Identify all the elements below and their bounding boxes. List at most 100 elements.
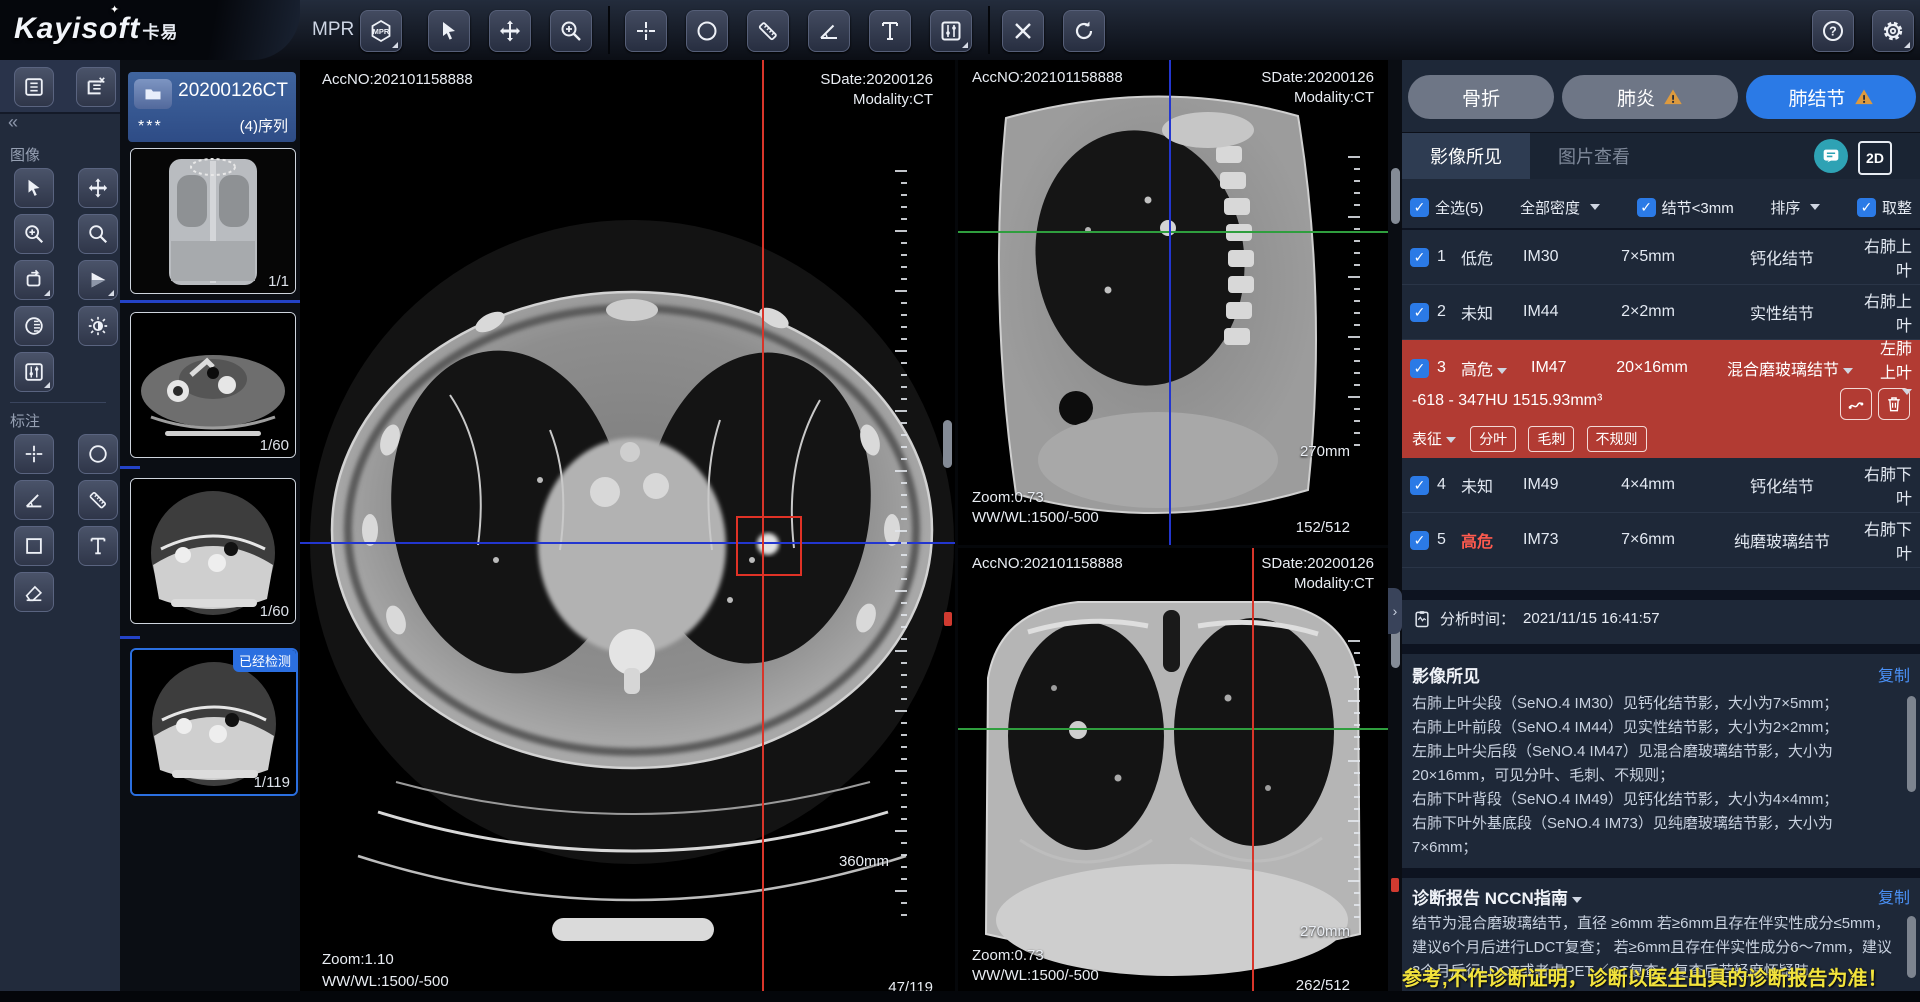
sagittal-modality: Modality:CT bbox=[1294, 88, 1374, 108]
point-mark-button[interactable] bbox=[14, 434, 54, 474]
nodule-row-4[interactable]: ✓ 4 未知 IM49 4×4mm 钙化结节 右肺下叶 bbox=[1402, 458, 1920, 513]
zoom-in-tool-button[interactable] bbox=[14, 214, 54, 254]
window-level-button[interactable] bbox=[930, 10, 972, 52]
feature-chip-lobulated[interactable]: 分叶 bbox=[1470, 426, 1516, 452]
filter-round[interactable]: ✓取整 bbox=[1857, 197, 1912, 218]
expand-panel-handle[interactable]: › bbox=[1388, 588, 1402, 634]
eraser-button[interactable] bbox=[14, 572, 54, 612]
risk-level-dropdown[interactable]: 高危 bbox=[1461, 356, 1531, 380]
crosshair-tool-button[interactable] bbox=[625, 10, 667, 52]
settings-button[interactable] bbox=[1872, 10, 1914, 52]
delete-nodule-button[interactable] bbox=[1878, 388, 1910, 420]
thumbnail-series-2[interactable]: 1/60 bbox=[130, 312, 296, 458]
rotate-flip-button[interactable] bbox=[14, 260, 54, 300]
series-list-button[interactable] bbox=[14, 67, 54, 107]
image-number: IM49 bbox=[1523, 476, 1593, 494]
delete-annotation-button[interactable] bbox=[1002, 10, 1044, 52]
checkbox-checked[interactable]: ✓ bbox=[1410, 248, 1429, 267]
axial-nodule-position-marker[interactable] bbox=[944, 612, 952, 626]
sagittal-ruler-label: 270mm bbox=[1300, 442, 1350, 462]
filter-sort-dropdown[interactable]: 排序 bbox=[1770, 197, 1820, 218]
feature-chip-spiculated[interactable]: 毛刺 bbox=[1528, 426, 1574, 452]
angle-mark-button[interactable] bbox=[14, 480, 54, 520]
thumbnail-slice-count: 1/1 bbox=[268, 273, 289, 290]
filter-select-all[interactable]: ✓全选(5) bbox=[1410, 197, 1483, 218]
invert-button[interactable] bbox=[14, 306, 54, 346]
checkbox-checked[interactable]: ✓ bbox=[1410, 303, 1429, 322]
checkbox-checked[interactable]: ✓ bbox=[1410, 359, 1429, 378]
sagittal-zoom-level: Zoom:0.73 bbox=[972, 488, 1044, 508]
zoom-tool-button[interactable] bbox=[550, 10, 592, 52]
tab-image-findings[interactable]: 影像所见 bbox=[1402, 133, 1530, 179]
magnifier-tool-button[interactable] bbox=[78, 214, 118, 254]
tab-lung-nodule[interactable]: 肺结节 bbox=[1746, 75, 1916, 119]
folder-icon[interactable] bbox=[134, 79, 172, 109]
sagittal-slice-scrollbar[interactable] bbox=[1391, 168, 1400, 224]
report-section-title: 诊断报告 NCCN指南 bbox=[1412, 884, 1582, 909]
reset-view-button[interactable] bbox=[1063, 10, 1105, 52]
axial-slice-scrollbar[interactable] bbox=[943, 420, 952, 468]
thumbnail-series-3[interactable]: 1/60 bbox=[130, 478, 296, 624]
axial-viewport[interactable]: AccNO:202101158888 SDate:20200126 Modali… bbox=[300, 60, 955, 1002]
pan-tool-button[interactable] bbox=[78, 168, 118, 208]
report-chat-button[interactable] bbox=[1814, 139, 1848, 173]
ruler-tool-button[interactable] bbox=[747, 10, 789, 52]
rectangle-mark-button[interactable] bbox=[14, 526, 54, 566]
axial-modality: Modality:CT bbox=[853, 90, 933, 110]
cine-play-button[interactable] bbox=[78, 260, 118, 300]
tab-fracture[interactable]: 骨折 bbox=[1408, 75, 1554, 119]
brightness-button[interactable] bbox=[78, 306, 118, 346]
text-mark-button[interactable] bbox=[78, 526, 118, 566]
checkbox-checked[interactable]: ✓ bbox=[1410, 198, 1429, 217]
tab-pneumonia[interactable]: 肺炎 bbox=[1562, 75, 1738, 119]
thumbnail-series-4-selected[interactable]: 已经检测 1/119 bbox=[130, 648, 298, 796]
coronal-study-date: SDate:20200126 bbox=[1261, 554, 1374, 574]
collapse-panel-button[interactable]: « bbox=[8, 112, 18, 133]
help-button[interactable] bbox=[1812, 10, 1854, 52]
nodule-type-dropdown[interactable]: 混合磨玻璃结节 bbox=[1711, 356, 1869, 380]
pointer-tool-button[interactable] bbox=[14, 168, 54, 208]
findings-scrollbar[interactable] bbox=[1907, 696, 1916, 792]
tab-picture-view[interactable]: 图片查看 bbox=[1534, 133, 1654, 179]
mpr-layout-button[interactable] bbox=[360, 10, 402, 52]
feature-chip-irregular[interactable]: 不规则 bbox=[1587, 426, 1647, 452]
checkbox-checked[interactable]: ✓ bbox=[1410, 476, 1429, 495]
findings-text: 右肺上叶尖段（SeNO.4 IM30）见钙化结节影，大小为7×5mm； 右肺上叶… bbox=[1412, 692, 1892, 864]
risk-level: 未知 bbox=[1461, 473, 1523, 497]
pan-tool-button[interactable] bbox=[489, 10, 531, 52]
window-level-button[interactable] bbox=[14, 352, 54, 392]
pointer-tool-button[interactable] bbox=[428, 10, 470, 52]
coronal-viewport[interactable]: AccNO:202101158888 SDate:20200126 Modali… bbox=[958, 548, 1388, 1002]
coronal-scale-ruler bbox=[1348, 640, 1360, 928]
ruler-mark-button[interactable] bbox=[78, 480, 118, 520]
nodule-row-3-selected[interactable]: ✓ 3 高危 IM47 20×16mm 混合磨玻璃结节 左肺上叶 -618 - … bbox=[1402, 340, 1920, 458]
2d-view-button[interactable]: 2D bbox=[1858, 141, 1892, 175]
nodule-row-2[interactable]: ✓ 2 未知 IM44 2×2mm 实性结节 右肺上叶 bbox=[1402, 285, 1920, 340]
nodule-index: 4 bbox=[1437, 476, 1461, 494]
filter-density-dropdown[interactable]: 全部密度 bbox=[1520, 197, 1600, 218]
angle-tool-button[interactable] bbox=[808, 10, 850, 52]
checkbox-checked[interactable]: ✓ bbox=[1857, 198, 1876, 217]
close-layout-button[interactable] bbox=[76, 67, 116, 107]
nodule-row-1[interactable]: ✓ 1 低危 IM30 7×5mm 钙化结节 右肺上叶 bbox=[1402, 230, 1920, 285]
coronal-nodule-position-marker[interactable] bbox=[1391, 878, 1399, 892]
checkbox-checked[interactable]: ✓ bbox=[1410, 531, 1429, 550]
ellipse-mark-button[interactable] bbox=[78, 434, 118, 474]
copy-report-link[interactable]: 复制 bbox=[1878, 884, 1910, 908]
nodule-size: 7×5mm bbox=[1593, 248, 1703, 266]
series-header[interactable]: 20200126CT *** (4)序列 bbox=[128, 72, 296, 142]
copy-findings-link[interactable]: 复制 bbox=[1878, 662, 1910, 686]
checkbox-checked[interactable]: ✓ bbox=[1637, 198, 1656, 217]
feature-dropdown[interactable]: 表征 bbox=[1412, 431, 1456, 448]
nodule-row-5[interactable]: ✓ 5 高危 IM73 7×6mm 纯磨玻璃结节 右肺下叶 bbox=[1402, 513, 1920, 568]
sagittal-study-date: SDate:20200126 bbox=[1261, 68, 1374, 88]
follow-up-curve-button[interactable] bbox=[1840, 388, 1872, 420]
nodule-location: 右肺下叶 bbox=[1861, 461, 1912, 509]
sagittal-viewport[interactable]: AccNO:202101158888 SDate:20200126 Modali… bbox=[958, 60, 1388, 545]
text-tool-button[interactable] bbox=[869, 10, 911, 52]
ellipse-tool-button[interactable] bbox=[686, 10, 728, 52]
thumbnail-scout[interactable]: 1/1 bbox=[130, 148, 296, 294]
filter-small-nodule[interactable]: ✓结节<3mm bbox=[1637, 197, 1734, 218]
risk-level: 低危 bbox=[1461, 245, 1523, 269]
nodule-roi-box[interactable] bbox=[736, 516, 802, 576]
